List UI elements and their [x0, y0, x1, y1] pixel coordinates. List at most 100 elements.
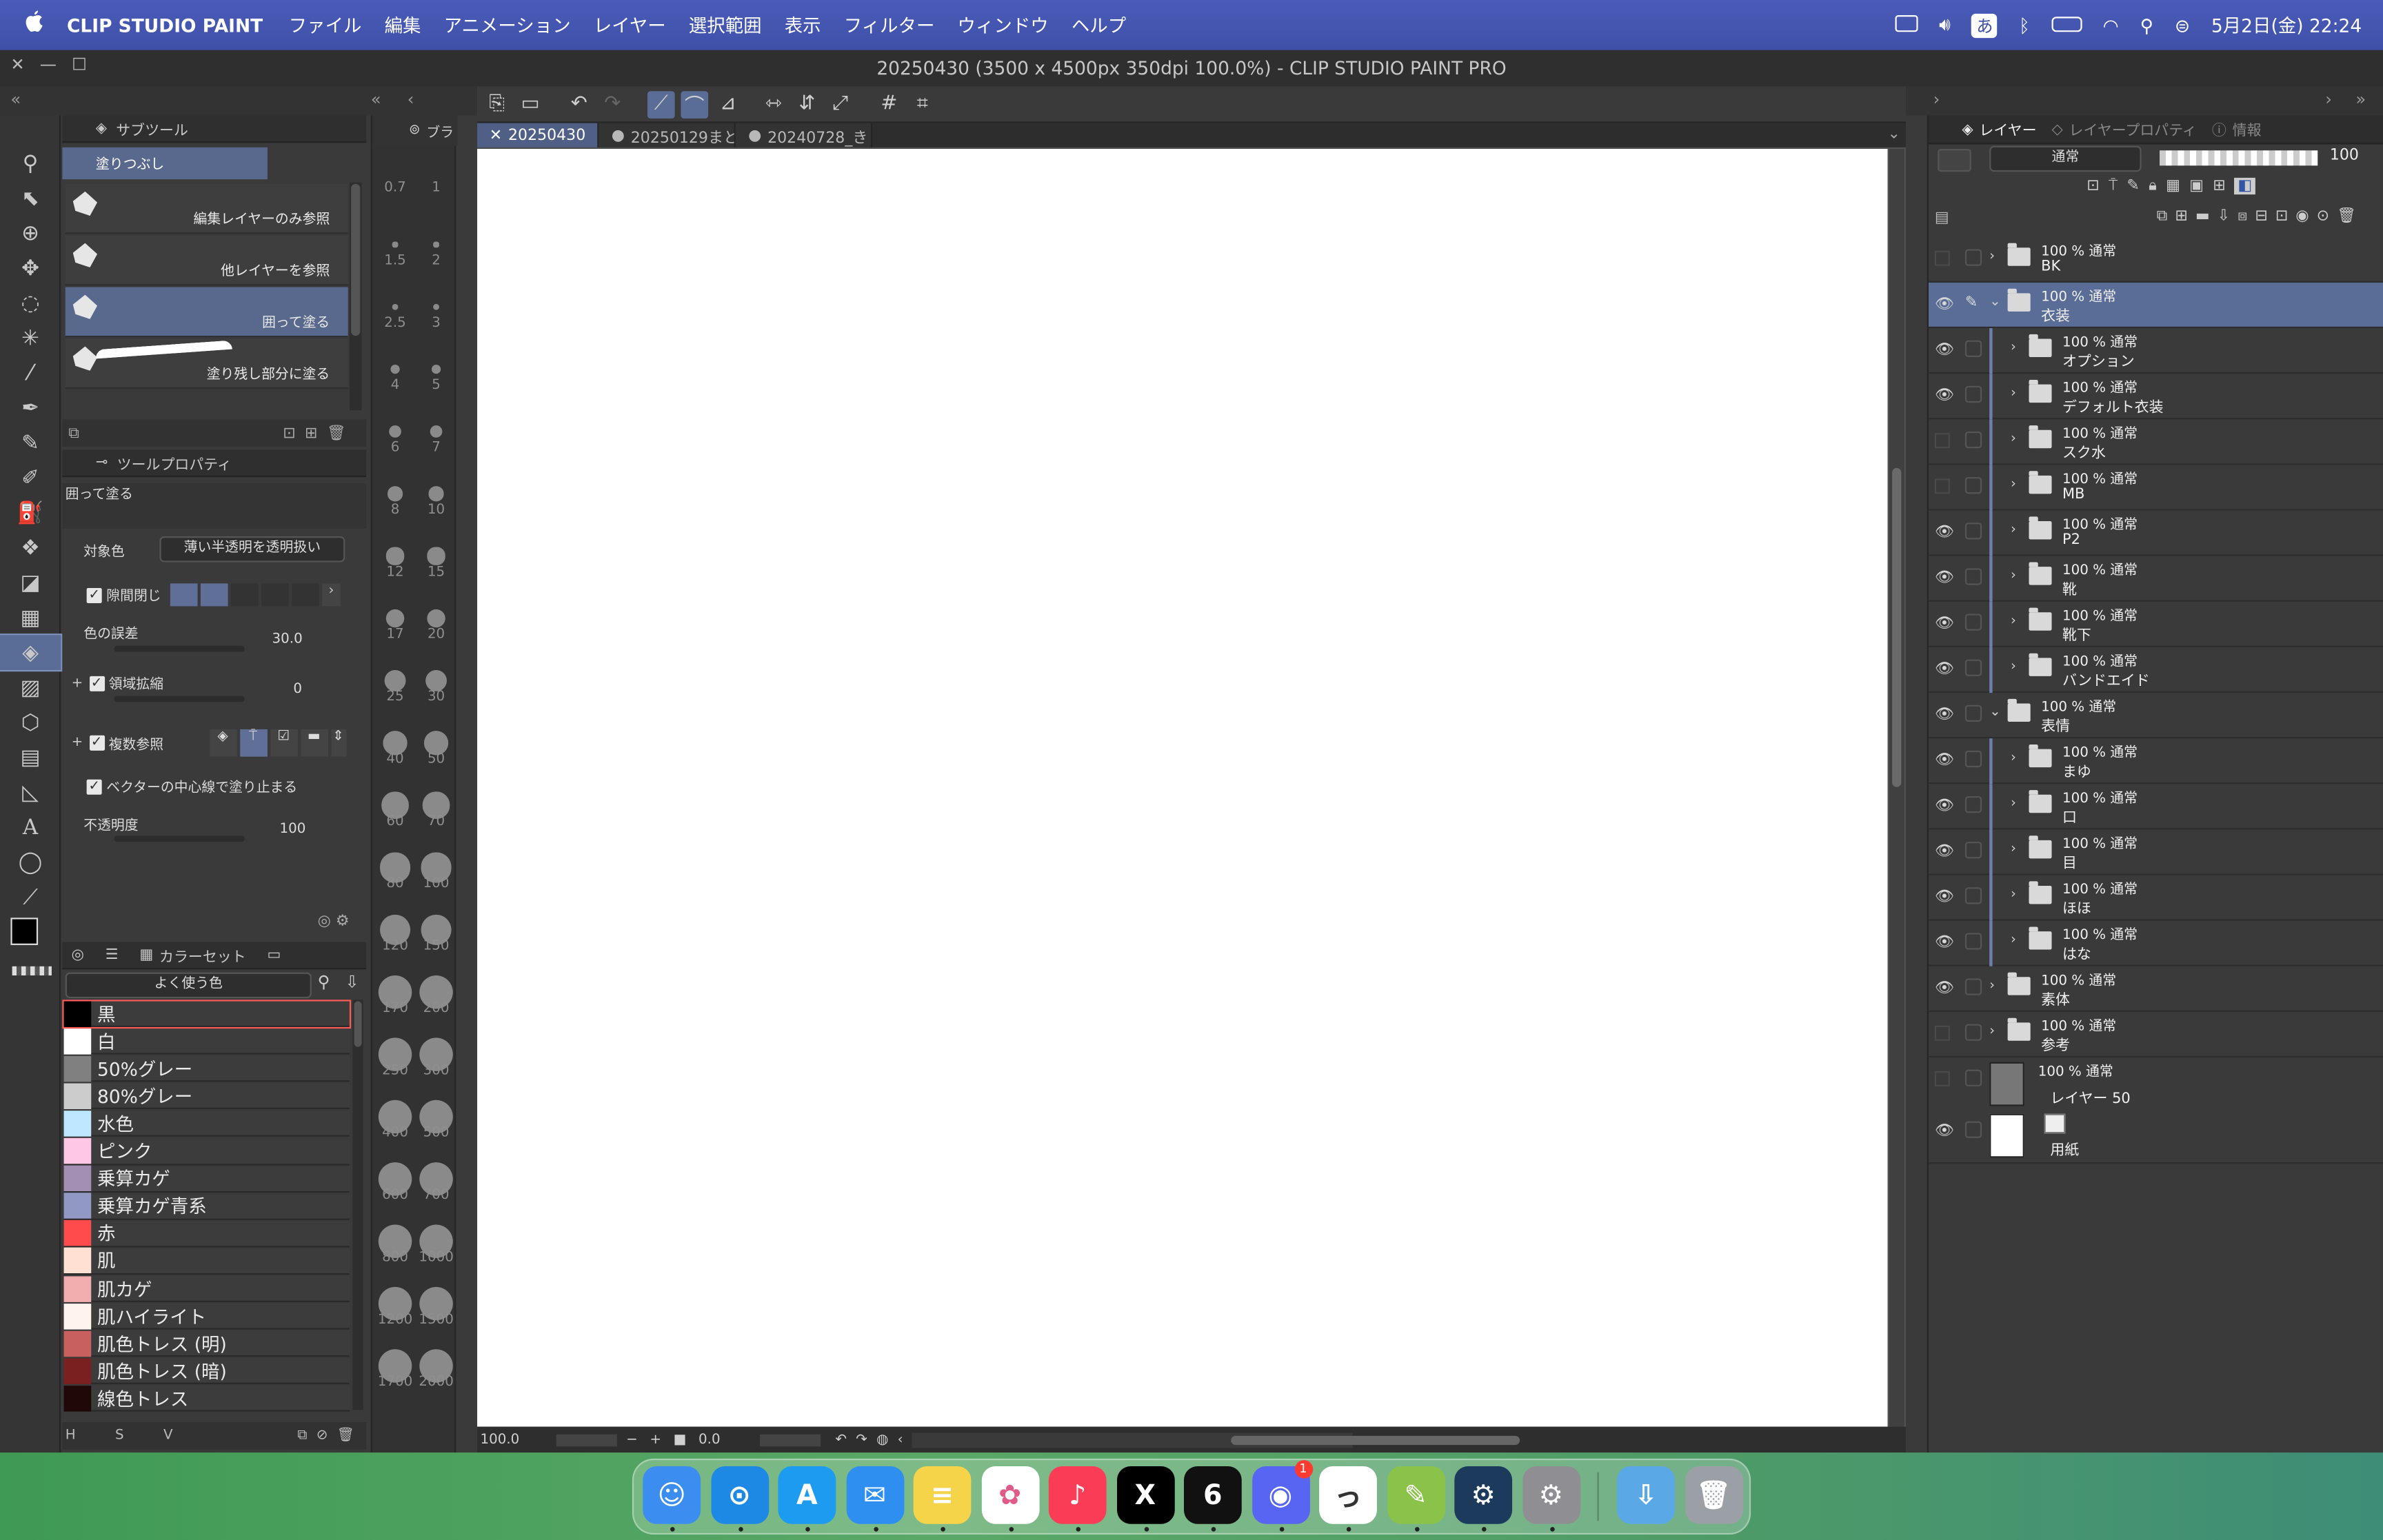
- frame-icon[interactable]: ▤: [0, 740, 61, 775]
- visibility-eye-icon[interactable]: [1934, 1025, 1950, 1041]
- layer-tab[interactable]: ◈ レイヤー: [1962, 119, 2036, 140]
- mail-icon[interactable]: ✉: [845, 1466, 904, 1524]
- layer-color-toggle[interactable]: [1938, 149, 1971, 172]
- operation-tool-icon[interactable]: ⬉: [0, 181, 61, 216]
- maximize-icon[interactable]: ☐: [72, 54, 87, 74]
- magic-wand-icon[interactable]: ✳: [0, 321, 61, 356]
- open-file-icon[interactable]: ▭: [516, 90, 544, 118]
- brush-size-option[interactable]: 3: [416, 316, 456, 331]
- x-icon[interactable]: X: [1116, 1466, 1174, 1524]
- lock-transparency-icon[interactable]: ▦: [2166, 178, 2180, 194]
- brush-size-option[interactable]: 17: [375, 627, 414, 642]
- collapse-icon[interactable]: ‹: [408, 90, 414, 110]
- replace-color-icon[interactable]: ⊘: [316, 1428, 328, 1443]
- collapse-icon[interactable]: «: [371, 90, 381, 110]
- layer-row[interactable]: › 100 % 通常 BK: [1929, 236, 2383, 283]
- layer-row[interactable]: 👁︎ › 100 % 通常 P2: [1929, 510, 2383, 556]
- visibility-eye-icon[interactable]: 👁︎: [1935, 387, 1954, 404]
- visibility-eye-icon[interactable]: 👁︎: [1935, 889, 1954, 905]
- brush-size-option[interactable]: 70: [416, 814, 456, 829]
- hide-icon[interactable]: ⊡: [2275, 208, 2288, 225]
- close-gap-checkbox[interactable]: ✓: [86, 587, 102, 602]
- finder-icon[interactable]: ☺: [643, 1466, 701, 1524]
- layer-row[interactable]: › 100 % 通常 スク水: [1929, 419, 2383, 465]
- colorset-edit-icon[interactable]: ⚲: [318, 973, 330, 993]
- delete-layer-icon[interactable]: 🗑︎: [2337, 208, 2356, 225]
- visibility-eye-icon[interactable]: 👁︎: [1935, 296, 1954, 313]
- brush-size-option[interactable]: 20: [416, 627, 456, 642]
- canvas-vertical-scrollbar[interactable]: [1889, 149, 1904, 1427]
- layer-row[interactable]: 👁︎ › 100 % 通常 ほほ: [1929, 875, 2383, 921]
- area-scaling-slider[interactable]: [114, 696, 245, 702]
- trash-icon[interactable]: 🗑: [1685, 1466, 1743, 1524]
- layer-menu-icon[interactable]: ▤: [1935, 210, 1949, 226]
- target-color-select[interactable]: 薄い半透明を透明扱い: [159, 536, 345, 563]
- brush-size-option[interactable]: 700: [416, 1188, 456, 1204]
- brush-size-option[interactable]: 2: [416, 254, 456, 269]
- brush-size-option[interactable]: 120: [375, 939, 414, 954]
- spotlight-icon[interactable]: ⚲: [2140, 14, 2153, 36]
- input-source-icon[interactable]: あ: [1971, 12, 1998, 38]
- opacity-value[interactable]: 100: [280, 822, 325, 837]
- canvas-paper[interactable]: [477, 149, 1888, 1427]
- layer-row[interactable]: › 100 % 通常 MB: [1929, 465, 2383, 511]
- color-swatch[interactable]: 黒: [62, 1000, 352, 1029]
- tool-property-tab[interactable]: ツールプロパティ: [117, 452, 232, 473]
- brush-size-option[interactable]: 250: [375, 1064, 414, 1079]
- color-swatch[interactable]: 肌カゲ: [63, 1275, 350, 1302]
- layer-lock-toggle[interactable]: [1964, 842, 1982, 859]
- brush-size-option[interactable]: 10: [416, 503, 456, 518]
- layer-row[interactable]: 👁︎ ⌄ 100 % 通常 表情: [1929, 693, 2383, 739]
- volume-icon[interactable]: 🔊︎: [1939, 14, 1951, 37]
- chevron-right-icon[interactable]: ›: [2011, 660, 2016, 675]
- subtool-item[interactable]: 編集レイヤーのみ参照: [65, 183, 348, 234]
- color-swatch[interactable]: 赤: [63, 1220, 350, 1248]
- layer-row[interactable]: 👁︎ › 100 % 通常靴: [1929, 556, 2383, 602]
- chevron-right-icon[interactable]: ›: [2011, 568, 2016, 583]
- visibility-eye-icon[interactable]: 👁︎: [1935, 570, 1954, 587]
- menu-animation[interactable]: アニメーション: [444, 12, 571, 38]
- document-tab[interactable]: ● 20240728_き: [736, 123, 873, 148]
- brush-size-option[interactable]: 8: [375, 503, 414, 518]
- chevron-right-icon[interactable]: ›: [2011, 751, 2016, 766]
- brush-size-option[interactable]: 1: [416, 181, 456, 196]
- eraser-icon[interactable]: ◪: [0, 565, 61, 600]
- color-swatch[interactable]: 50%グレー: [63, 1055, 350, 1082]
- layer-lock-toggle[interactable]: [1964, 340, 1982, 357]
- brush-size-option[interactable]: 15: [416, 565, 456, 580]
- colorset-download-icon[interactable]: ⇩: [345, 973, 359, 993]
- visibility-eye-icon[interactable]: 👁︎: [1935, 1123, 1954, 1139]
- visibility-eye-icon[interactable]: 👁︎: [1935, 752, 1954, 769]
- layer-move-icon[interactable]: ⊕: [0, 216, 61, 251]
- settings-icon[interactable]: ⚙: [1522, 1466, 1580, 1524]
- visibility-eye-icon[interactable]: 👁︎: [1935, 524, 1954, 540]
- document-tab[interactable]: ✕ 20250430: [477, 123, 600, 148]
- visibility-eye-icon[interactable]: 👁︎: [1935, 707, 1954, 723]
- safari-icon[interactable]: ⊙: [710, 1466, 769, 1524]
- layer-row[interactable]: 👁︎ › 100 % 通常 靴下: [1929, 601, 2383, 647]
- decoration-icon[interactable]: ❖: [0, 530, 61, 565]
- layer-row[interactable]: 👁︎ ✎ ⌄ 100 % 通常 衣装: [1929, 282, 2383, 329]
- new-folder-icon[interactable]: ▬: [2195, 208, 2210, 225]
- brush-size-option[interactable]: 1700: [375, 1375, 414, 1390]
- brush-size-option[interactable]: 100: [416, 877, 456, 892]
- visibility-eye-icon[interactable]: [1934, 433, 1950, 449]
- color-swatch[interactable]: 肌: [63, 1248, 350, 1275]
- chevron-right-icon[interactable]: ›: [2011, 432, 2016, 447]
- new-vector-icon[interactable]: ⊞: [2175, 208, 2187, 225]
- brush-size-option[interactable]: 300: [416, 1064, 456, 1079]
- brush-size-option[interactable]: 600: [375, 1188, 414, 1204]
- clip-icon[interactable]: ⊡: [2087, 178, 2099, 194]
- layer-lock-toggle[interactable]: [1964, 705, 1982, 722]
- blend-mode-select[interactable]: 通常: [1989, 145, 2142, 172]
- flip-vertical-icon[interactable]: ⇵: [794, 90, 821, 118]
- add-color-icon[interactable]: ⧉: [297, 1428, 307, 1443]
- menu-layer[interactable]: レイヤー: [594, 12, 666, 38]
- layer-lock-toggle[interactable]: [1964, 1069, 1982, 1086]
- color-swatch[interactable]: ピンク: [63, 1137, 350, 1165]
- chevron-right-icon[interactable]: ›: [2011, 842, 2016, 857]
- brush-size-option[interactable]: 150: [416, 939, 456, 954]
- six-icon[interactable]: 6: [1183, 1466, 1242, 1524]
- rotation-value[interactable]: 0.0: [698, 1432, 759, 1447]
- brush-size-option[interactable]: 30: [416, 690, 456, 705]
